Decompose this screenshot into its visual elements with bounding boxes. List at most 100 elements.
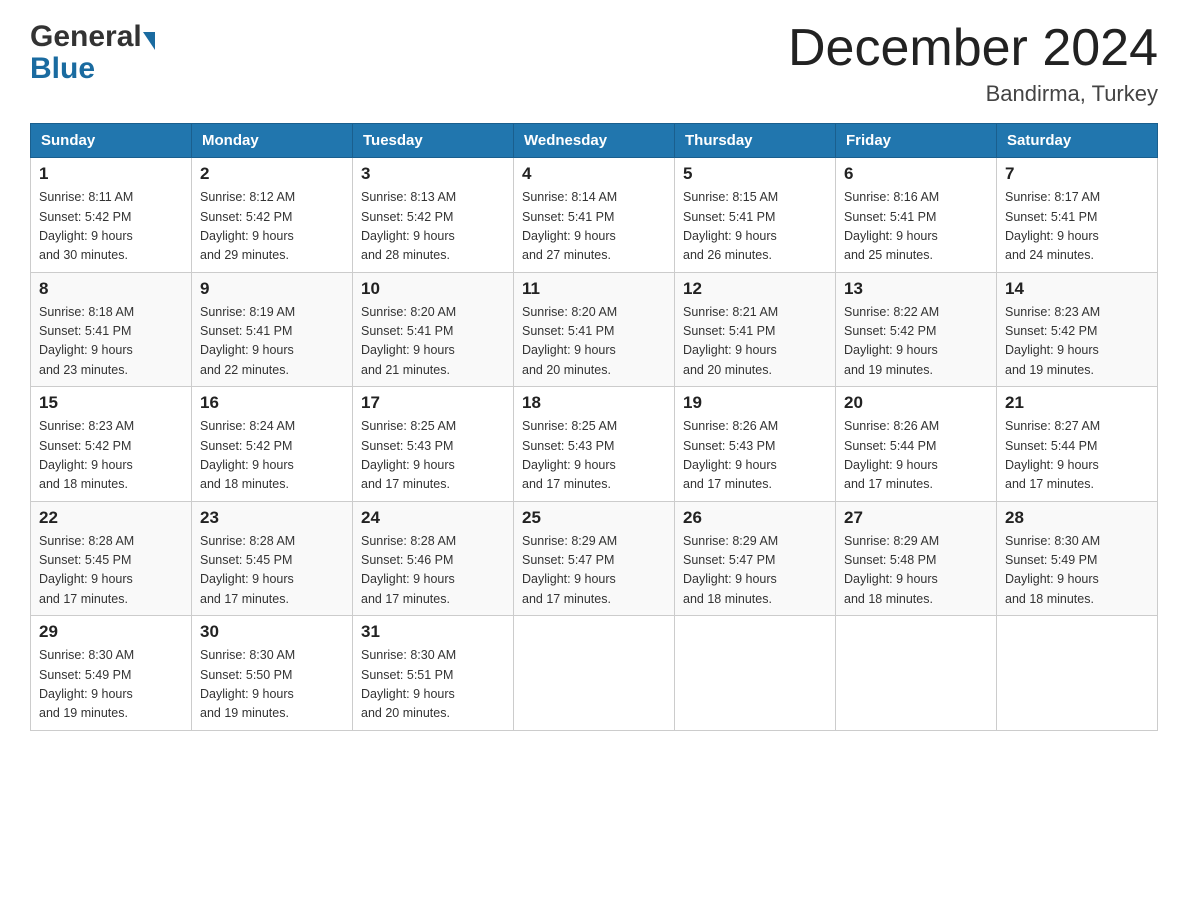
day-number: 22	[39, 508, 183, 528]
day-info: Sunrise: 8:15 AMSunset: 5:41 PMDaylight:…	[683, 188, 827, 266]
calendar-week-row: 22 Sunrise: 8:28 AMSunset: 5:45 PMDayligh…	[31, 501, 1158, 616]
day-number: 14	[1005, 279, 1149, 299]
table-row: 13 Sunrise: 8:22 AMSunset: 5:42 PMDayligh…	[836, 272, 997, 387]
day-info: Sunrise: 8:12 AMSunset: 5:42 PMDaylight:…	[200, 188, 344, 266]
table-row: 30 Sunrise: 8:30 AMSunset: 5:50 PMDayligh…	[192, 616, 353, 731]
day-number: 7	[1005, 164, 1149, 184]
day-number: 9	[200, 279, 344, 299]
table-row: 18 Sunrise: 8:25 AMSunset: 5:43 PMDayligh…	[514, 387, 675, 502]
day-info: Sunrise: 8:19 AMSunset: 5:41 PMDaylight:…	[200, 303, 344, 381]
day-number: 30	[200, 622, 344, 642]
table-row: 31Sunrise: 8:30 AMSunset: 5:51 PMDayligh…	[353, 616, 514, 731]
table-row: 24 Sunrise: 8:28 AMSunset: 5:46 PMDayligh…	[353, 501, 514, 616]
calendar-header-row: Sunday Monday Tuesday Wednesday Thursday…	[31, 124, 1158, 158]
table-row	[514, 616, 675, 731]
day-info: Sunrise: 8:20 AMSunset: 5:41 PMDaylight:…	[361, 303, 505, 381]
day-number: 24	[361, 508, 505, 528]
table-row: 27 Sunrise: 8:29 AMSunset: 5:48 PMDayligh…	[836, 501, 997, 616]
logo: General Blue	[30, 20, 155, 86]
day-info: Sunrise: 8:29 AMSunset: 5:47 PMDaylight:…	[522, 532, 666, 610]
day-number: 2	[200, 164, 344, 184]
table-row: 28Sunrise: 8:30 AMSunset: 5:49 PMDayligh…	[997, 501, 1158, 616]
day-number: 27	[844, 508, 988, 528]
day-info: Sunrise: 8:30 AMSunset: 5:50 PMDaylight:…	[200, 646, 344, 724]
day-info: Sunrise: 8:28 AMSunset: 5:45 PMDaylight:…	[200, 532, 344, 610]
table-row	[836, 616, 997, 731]
day-number: 5	[683, 164, 827, 184]
day-info: Sunrise: 8:11 AMSunset: 5:42 PMDaylight:…	[39, 188, 183, 266]
table-row: 12 Sunrise: 8:21 AMSunset: 5:41 PMDayligh…	[675, 272, 836, 387]
col-wednesday: Wednesday	[514, 124, 675, 158]
logo-general-text: General	[30, 20, 142, 54]
day-info: Sunrise: 8:25 AMSunset: 5:43 PMDaylight:…	[522, 417, 666, 495]
day-number: 21	[1005, 393, 1149, 413]
table-row: 2 Sunrise: 8:12 AMSunset: 5:42 PMDaylight…	[192, 158, 353, 273]
table-row: 4Sunrise: 8:14 AMSunset: 5:41 PMDaylight…	[514, 158, 675, 273]
col-friday: Friday	[836, 124, 997, 158]
day-number: 29	[39, 622, 183, 642]
col-tuesday: Tuesday	[353, 124, 514, 158]
day-number: 19	[683, 393, 827, 413]
table-row: 14Sunrise: 8:23 AMSunset: 5:42 PMDayligh…	[997, 272, 1158, 387]
day-info: Sunrise: 8:29 AMSunset: 5:48 PMDaylight:…	[844, 532, 988, 610]
day-info: Sunrise: 8:23 AMSunset: 5:42 PMDaylight:…	[39, 417, 183, 495]
day-info: Sunrise: 8:28 AMSunset: 5:45 PMDaylight:…	[39, 532, 183, 610]
logo-blue-text: Blue	[30, 52, 95, 86]
calendar-table: Sunday Monday Tuesday Wednesday Thursday…	[30, 123, 1158, 731]
table-row: 8 Sunrise: 8:18 AMSunset: 5:41 PMDaylight…	[31, 272, 192, 387]
table-row: 22 Sunrise: 8:28 AMSunset: 5:45 PMDayligh…	[31, 501, 192, 616]
table-row: 25 Sunrise: 8:29 AMSunset: 5:47 PMDayligh…	[514, 501, 675, 616]
location-title: Bandirma, Turkey	[788, 81, 1158, 107]
day-info: Sunrise: 8:21 AMSunset: 5:41 PMDaylight:…	[683, 303, 827, 381]
day-number: 8	[39, 279, 183, 299]
table-row: 11Sunrise: 8:20 AMSunset: 5:41 PMDayligh…	[514, 272, 675, 387]
day-info: Sunrise: 8:30 AMSunset: 5:51 PMDaylight:…	[361, 646, 505, 724]
table-row: 26 Sunrise: 8:29 AMSunset: 5:47 PMDayligh…	[675, 501, 836, 616]
calendar-week-row: 29Sunrise: 8:30 AMSunset: 5:49 PMDayligh…	[31, 616, 1158, 731]
day-info: Sunrise: 8:17 AMSunset: 5:41 PMDaylight:…	[1005, 188, 1149, 266]
title-area: December 2024 Bandirma, Turkey	[788, 20, 1158, 107]
col-saturday: Saturday	[997, 124, 1158, 158]
day-number: 13	[844, 279, 988, 299]
col-sunday: Sunday	[31, 124, 192, 158]
table-row: 6Sunrise: 8:16 AMSunset: 5:41 PMDaylight…	[836, 158, 997, 273]
col-monday: Monday	[192, 124, 353, 158]
day-number: 16	[200, 393, 344, 413]
day-info: Sunrise: 8:28 AMSunset: 5:46 PMDaylight:…	[361, 532, 505, 610]
table-row: 7 Sunrise: 8:17 AMSunset: 5:41 PMDaylight…	[997, 158, 1158, 273]
calendar-week-row: 8 Sunrise: 8:18 AMSunset: 5:41 PMDaylight…	[31, 272, 1158, 387]
day-number: 10	[361, 279, 505, 299]
day-info: Sunrise: 8:24 AMSunset: 5:42 PMDaylight:…	[200, 417, 344, 495]
table-row: 29Sunrise: 8:30 AMSunset: 5:49 PMDayligh…	[31, 616, 192, 731]
table-row: 3 Sunrise: 8:13 AMSunset: 5:42 PMDaylight…	[353, 158, 514, 273]
day-info: Sunrise: 8:29 AMSunset: 5:47 PMDaylight:…	[683, 532, 827, 610]
day-number: 25	[522, 508, 666, 528]
month-title: December 2024	[788, 20, 1158, 77]
day-info: Sunrise: 8:13 AMSunset: 5:42 PMDaylight:…	[361, 188, 505, 266]
day-info: Sunrise: 8:30 AMSunset: 5:49 PMDaylight:…	[1005, 532, 1149, 610]
logo-triangle-icon	[143, 32, 155, 50]
day-number: 3	[361, 164, 505, 184]
day-number: 6	[844, 164, 988, 184]
table-row: 17Sunrise: 8:25 AMSunset: 5:43 PMDayligh…	[353, 387, 514, 502]
day-number: 4	[522, 164, 666, 184]
day-number: 17	[361, 393, 505, 413]
day-number: 20	[844, 393, 988, 413]
day-number: 15	[39, 393, 183, 413]
day-info: Sunrise: 8:22 AMSunset: 5:42 PMDaylight:…	[844, 303, 988, 381]
day-info: Sunrise: 8:26 AMSunset: 5:43 PMDaylight:…	[683, 417, 827, 495]
table-row	[997, 616, 1158, 731]
day-info: Sunrise: 8:20 AMSunset: 5:41 PMDaylight:…	[522, 303, 666, 381]
day-number: 12	[683, 279, 827, 299]
day-number: 23	[200, 508, 344, 528]
calendar-week-row: 1Sunrise: 8:11 AMSunset: 5:42 PMDaylight…	[31, 158, 1158, 273]
calendar-week-row: 15 Sunrise: 8:23 AMSunset: 5:42 PMDayligh…	[31, 387, 1158, 502]
table-row: 5 Sunrise: 8:15 AMSunset: 5:41 PMDaylight…	[675, 158, 836, 273]
table-row: 23 Sunrise: 8:28 AMSunset: 5:45 PMDayligh…	[192, 501, 353, 616]
day-number: 18	[522, 393, 666, 413]
day-info: Sunrise: 8:26 AMSunset: 5:44 PMDaylight:…	[844, 417, 988, 495]
table-row: 21Sunrise: 8:27 AMSunset: 5:44 PMDayligh…	[997, 387, 1158, 502]
day-number: 26	[683, 508, 827, 528]
table-row: 9 Sunrise: 8:19 AMSunset: 5:41 PMDaylight…	[192, 272, 353, 387]
day-info: Sunrise: 8:18 AMSunset: 5:41 PMDaylight:…	[39, 303, 183, 381]
